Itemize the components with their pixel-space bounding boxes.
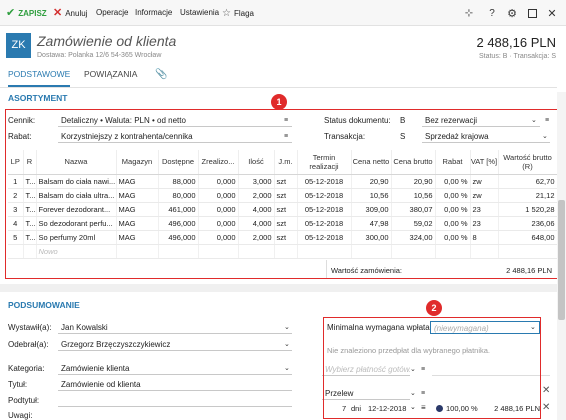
chevron-down-icon[interactable]: ⌄	[284, 321, 290, 334]
assortment-section-title: ASORTYMENT	[8, 93, 68, 103]
close-icon: ✕	[53, 7, 63, 19]
document-avatar: ZK	[6, 33, 31, 58]
operations-menu[interactable]: Operacje	[96, 8, 128, 17]
category-label: Kategoria:	[8, 364, 45, 373]
title-label: Tytuł:	[8, 380, 28, 389]
title-input[interactable]: Zamówienie od klienta	[58, 378, 292, 391]
check-icon: ✔	[6, 7, 16, 19]
help-icon[interactable]: ?	[485, 6, 499, 20]
subtitle-label: Podtytuł:	[8, 396, 40, 405]
delivery-address: Dostawa: Polanka 12/6 54-365 Wrocław	[37, 52, 162, 59]
close-window-icon[interactable]: ✕	[545, 6, 559, 20]
scrollbar-thumb[interactable]	[558, 200, 565, 320]
received-by-label: Odebrał(a):	[8, 340, 49, 349]
annotation-box-2	[323, 317, 541, 419]
annotation-badge-2: 2	[426, 300, 442, 316]
page-title: Zamówienie od klienta	[37, 33, 177, 49]
tab-basic[interactable]: PODSTAWOWE	[8, 69, 71, 87]
cancel-button[interactable]: ✕ Anuluj	[53, 7, 87, 20]
flag-button[interactable]: ☆ Flaga	[222, 7, 254, 20]
paperclip-icon[interactable]: 📎	[155, 69, 167, 80]
star-icon: ☆	[222, 7, 231, 19]
summary-section-title: PODSUMOWANIE	[8, 300, 80, 310]
document-status: Status: B · Transakcja: S	[478, 53, 556, 60]
issued-by-label: Wystawił(a):	[8, 323, 52, 332]
subtitle-input[interactable]	[58, 394, 292, 407]
annotation-badge-1: 1	[271, 94, 287, 110]
info-menu[interactable]: Informacje	[135, 8, 172, 17]
chevron-down-icon[interactable]: ⌄	[284, 362, 290, 375]
tab-links[interactable]: POWIĄZANIA	[84, 69, 137, 87]
save-button[interactable]: ✔ ZAPISZ	[6, 7, 47, 20]
remove-transfer-icon[interactable]: ✕	[542, 385, 550, 396]
notes-label: Uwagi:	[8, 411, 33, 420]
remove-row-icon[interactable]: ✕	[542, 402, 550, 413]
received-by-select[interactable]: Grzegorz Brzęczyszczykiewicz	[58, 338, 292, 351]
annotation-box-1	[5, 109, 558, 279]
chevron-down-icon[interactable]: ⌄	[284, 338, 290, 351]
issued-by-select[interactable]: Jan Kowalski	[58, 321, 292, 334]
category-select[interactable]: Zamówienie klienta	[58, 362, 292, 375]
pin-icon[interactable]: ⊹	[462, 6, 476, 20]
section-separator	[0, 284, 557, 292]
gear-icon[interactable]: ⚙	[505, 6, 519, 20]
document-amount: 2 488,16 PLN	[476, 35, 556, 50]
settings-menu[interactable]: Ustawienia	[180, 8, 219, 17]
maximize-icon[interactable]	[525, 6, 539, 20]
